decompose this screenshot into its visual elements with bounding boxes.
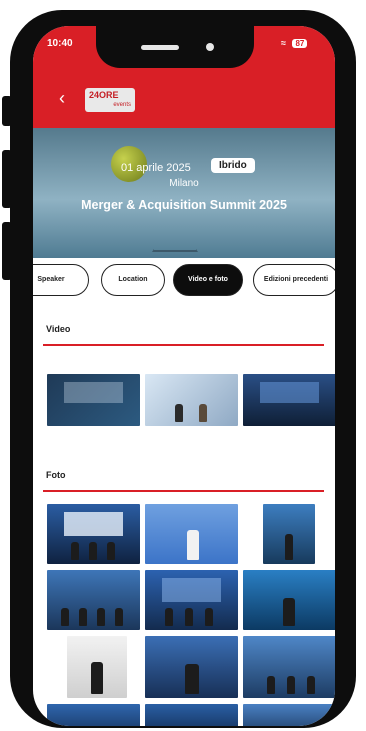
event-title: Merger & Acquisition Summit 2025	[81, 198, 287, 212]
tab-location[interactable]: Location	[101, 264, 165, 296]
logo-text-top: 24ORE	[89, 90, 119, 100]
photo-thumbnail[interactable]	[67, 636, 127, 698]
video-thumbnail[interactable]	[47, 374, 140, 426]
photo-thumbnail[interactable]	[47, 570, 140, 630]
event-date: 01 aprile 2025	[121, 162, 191, 174]
speaker-grille	[141, 45, 179, 50]
hero-decoration-stand	[152, 216, 198, 252]
photo-thumbnail[interactable]	[47, 504, 140, 564]
photo-thumbnail[interactable]	[145, 570, 238, 630]
status-indicators: ≈ 87	[281, 38, 308, 48]
tab-video-foto[interactable]: Video e foto	[173, 264, 243, 296]
video-section-divider	[43, 344, 324, 346]
battery-icon: 87	[292, 39, 308, 48]
camera-icon	[206, 43, 214, 51]
chevron-left-icon: ‹	[59, 88, 65, 108]
video-thumbnail[interactable]	[243, 374, 335, 426]
tab-speaker[interactable]: Speaker	[33, 264, 89, 296]
status-time: 10:40	[47, 38, 73, 49]
phone-frame: 10:40 ≈ 87 ‹ 24ORE events 01 aprile 2025…	[10, 10, 356, 728]
photo-thumbnail[interactable]	[243, 704, 335, 726]
video-thumbnail[interactable]	[145, 374, 238, 426]
brand-logo[interactable]: 24ORE events	[85, 88, 135, 112]
video-section-title: Video	[46, 324, 71, 334]
photo-thumbnail[interactable]	[145, 636, 238, 698]
event-mode-badge: Ibrido	[211, 158, 255, 173]
photo-thumbnail[interactable]	[47, 704, 140, 726]
photo-thumbnail[interactable]	[263, 504, 315, 564]
photo-section-divider	[43, 490, 324, 492]
tab-edizioni-precedenti[interactable]: Edizioni precedenti	[253, 264, 335, 296]
app-screen: 10:40 ≈ 87 ‹ 24ORE events 01 aprile 2025…	[33, 26, 335, 726]
photo-section-title: Foto	[46, 470, 66, 480]
back-button[interactable]: ‹	[59, 88, 79, 108]
top-bar: 10:40 ≈ 87 ‹ 24ORE events	[33, 26, 335, 128]
logo-text-bottom: events	[113, 102, 131, 108]
wifi-icon: ≈	[281, 38, 286, 48]
event-hero-banner: 01 aprile 2025 Ibrido Milano Merger & Ac…	[33, 128, 335, 258]
tab-bar: Speaker Location Video e foto Edizioni p…	[33, 264, 335, 298]
photo-thumbnail[interactable]	[145, 504, 238, 564]
photo-thumbnail[interactable]	[243, 570, 335, 630]
photo-thumbnail[interactable]	[243, 636, 335, 698]
notch	[96, 26, 254, 68]
event-city: Milano	[169, 178, 199, 189]
photo-thumbnail[interactable]	[145, 704, 238, 726]
